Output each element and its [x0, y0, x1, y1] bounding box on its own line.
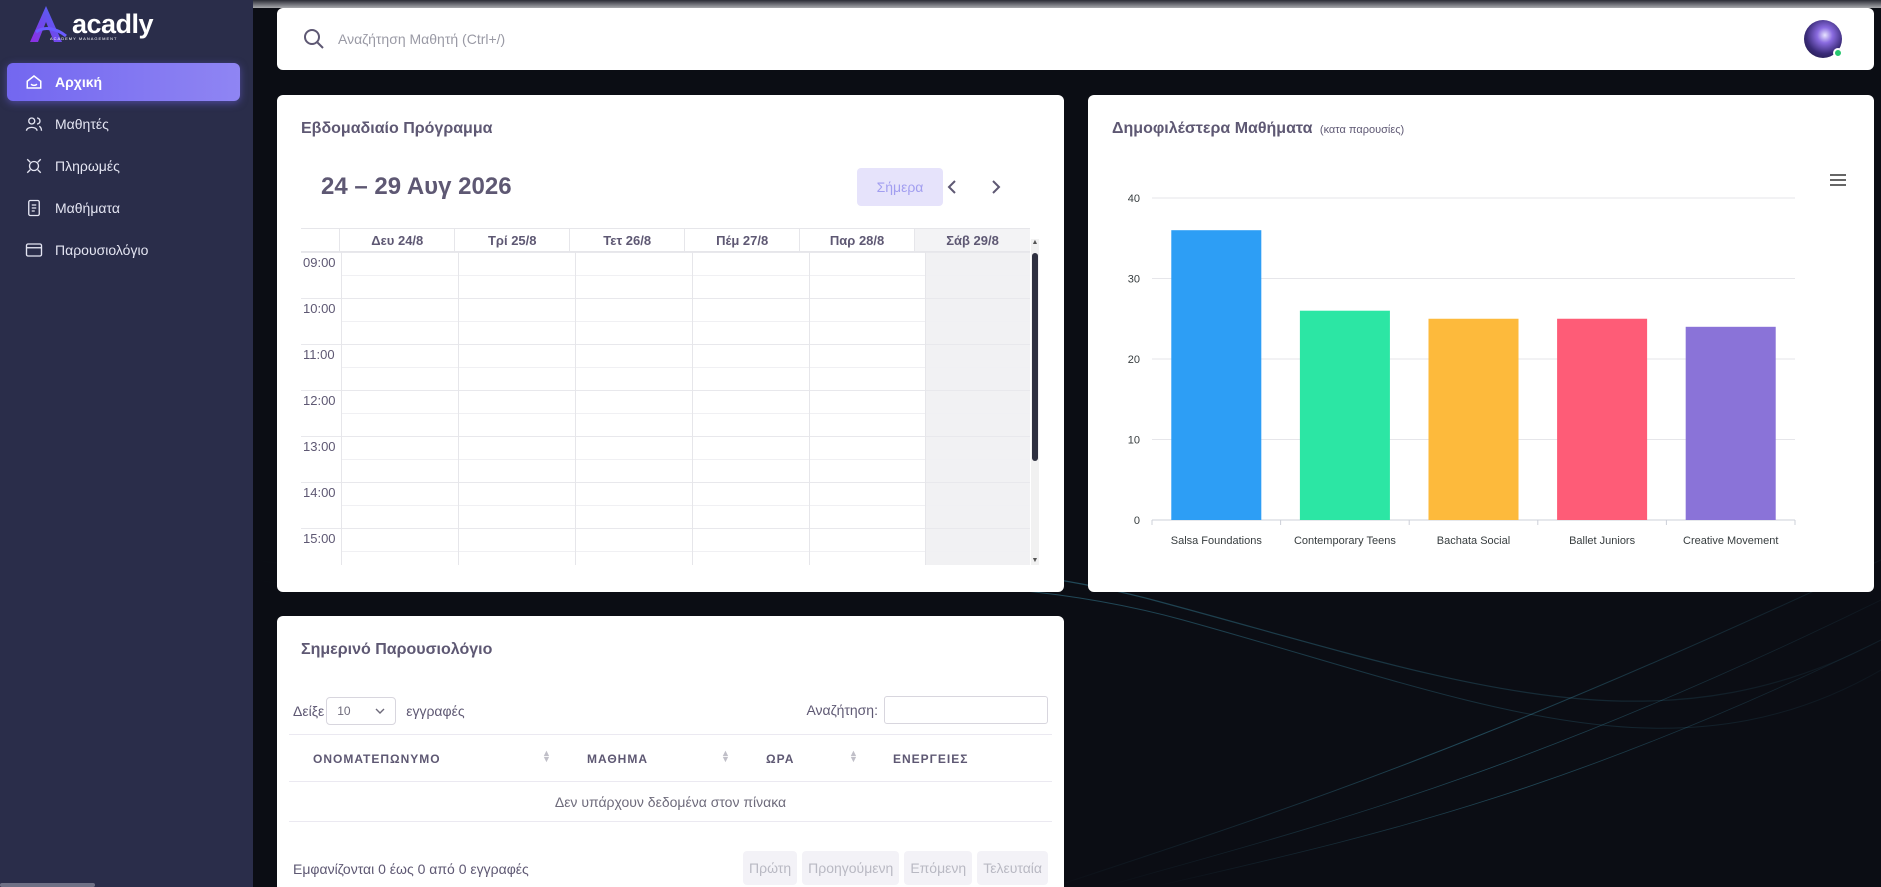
y-tick-label: 20: [1128, 354, 1140, 366]
x-tick-label: Bachata Social: [1437, 535, 1510, 547]
attendance-icon: [25, 243, 43, 257]
popular-courses-chart: 0 10 20 30 40 Salsa Foundations Contemporary T…: [1128, 193, 1796, 547]
x-tick-label: Salsa Foundations: [1171, 535, 1263, 547]
scroll-up-icon[interactable]: ▲: [1031, 239, 1039, 247]
sidebar-nav: Αρχική Μαθητές Πληρωμές Μαθήματα Παρουσι…: [7, 63, 240, 273]
y-tick-label: 30: [1128, 274, 1140, 286]
popular-courses-card: Δημοφιλέστερα Μαθήματα (κατα παρουσίες) …: [1088, 95, 1874, 592]
day-header: Τρί 25/8: [455, 229, 571, 251]
sidebar-item-label: Πληρωμές: [55, 158, 120, 174]
top-strip: [253, 0, 1881, 8]
sidebar-item-label: Αρχική: [55, 74, 103, 90]
show-label: Δείξε: [293, 703, 325, 719]
day-header: Πέμ 27/8: [685, 229, 801, 251]
scroll-down-icon[interactable]: ▼: [1031, 557, 1039, 565]
time-label: 10:00: [303, 301, 336, 316]
column-header-time[interactable]: ΩΡΑ: [766, 752, 794, 766]
y-tick-label: 10: [1128, 435, 1140, 447]
calendar-body[interactable]: 09:00 10:00 11:00 12:00 13:00 14:00 15:0…: [301, 252, 1030, 565]
sidebar-item-payments[interactable]: Πληρωμές: [7, 147, 240, 185]
first-page-button[interactable]: Πρώτη: [743, 851, 798, 885]
time-label: 14:00: [303, 485, 336, 500]
table-search-input[interactable]: [884, 696, 1048, 724]
calendar-date-range: 24 – 29 Αυγ 2026: [321, 173, 512, 200]
courses-icon: [28, 199, 40, 217]
topbar: [277, 8, 1874, 70]
chevron-down-icon: [375, 708, 385, 714]
avatar[interactable]: [1804, 20, 1843, 58]
last-page-button[interactable]: Τελευταία: [977, 851, 1048, 885]
sidebar: acadly ACADEMY MANAGEMENT Αρχική Μαθητές…: [0, 0, 253, 887]
sidebar-item-courses[interactable]: Μαθήματα: [7, 189, 240, 227]
next-page-button[interactable]: Επόμενη: [904, 851, 973, 885]
y-tick-label: 0: [1134, 515, 1140, 527]
column-header-name[interactable]: ΟΝΟΜΑΤΕΠΩΝΥΜΟ: [313, 752, 441, 766]
today-attendance-card: Σημερινό Παρουσιολόγιο Δείξε 10 εγγραφές…: [277, 616, 1064, 887]
bar: [1171, 230, 1262, 520]
time-label: 11:00: [303, 347, 335, 362]
table-info: Εμφανίζονται 0 έως 0 από 0 εγγραφές: [293, 861, 529, 877]
bar: [1428, 318, 1519, 520]
calendar-header: Δευ 24/8 Τρί 25/8 Τετ 26/8 Πέμ 27/8 Παρ …: [301, 228, 1031, 252]
day-header: Παρ 28/8: [800, 229, 916, 251]
sort-icon[interactable]: ▲ ▼: [849, 749, 859, 764]
empty-table-message: Δεν υπάρχουν δεδομένα στον πίνακα: [289, 782, 1052, 822]
chevron-right-icon[interactable]: [985, 177, 1005, 197]
home-icon: [26, 75, 42, 89]
page-size-control: Δείξε 10 εγγραφές: [293, 697, 465, 725]
x-tick-label: Creative Movement: [1683, 535, 1778, 547]
payments-icon: [26, 158, 42, 174]
today-button[interactable]: Σήμερα: [857, 168, 943, 206]
bar: [1299, 310, 1390, 520]
page-size-value: 10: [337, 704, 351, 718]
search-icon[interactable]: [302, 27, 326, 51]
sidebar-item-label: Μαθητές: [55, 116, 109, 132]
calendar-scrollbar[interactable]: ▲ ▼: [1031, 239, 1039, 565]
chevron-left-icon[interactable]: [943, 177, 963, 197]
time-label: 09:00: [303, 255, 336, 270]
x-tick-label: Ballet Juniors: [1569, 535, 1636, 547]
day-header: Τετ 26/8: [570, 229, 686, 251]
time-label: 15:00: [303, 531, 336, 546]
sidebar-item-students[interactable]: Μαθητές: [7, 105, 240, 143]
table-search: Αναζήτηση:: [806, 696, 1048, 724]
sort-icon[interactable]: ▲ ▼: [542, 749, 552, 764]
bar: [1557, 318, 1648, 520]
online-status-dot: [1833, 48, 1843, 58]
sidebar-scrollbar[interactable]: [0, 883, 95, 887]
student-search-input[interactable]: [338, 31, 938, 47]
weekly-schedule-card: Εβδομαδιαίο Πρόγραμμα 24 – 29 Αυγ 2026 Σ…: [277, 95, 1064, 592]
table-header: ΟΝΟΜΑΤΕΠΩΝΥΜΟ ▲ ▼ ΜΑΘΗΜΑ ▲ ▼ ΩΡΑ ▲ ▼ ΕΝΕΡΓΕ…: [289, 734, 1052, 782]
x-tick-label: Contemporary Teens: [1294, 535, 1396, 547]
logo-text: acadly: [72, 8, 154, 39]
y-tick-label: 40: [1128, 193, 1140, 205]
users-icon: [25, 117, 43, 131]
sidebar-item-label: Μαθήματα: [55, 200, 120, 216]
pagination: Πρώτη Προηγούμενη Επόμενη Τελευταία: [738, 851, 1048, 885]
logo-subtitle: ACADEMY MANAGEMENT: [50, 36, 118, 41]
scrollbar-thumb[interactable]: [1032, 253, 1038, 461]
schedule-title: Εβδομαδιαίο Πρόγραμμα: [301, 120, 493, 137]
column-header-actions: ΕΝΕΡΓΕΙΕΣ: [893, 752, 969, 766]
attendance-title: Σημερινό Παρουσιολόγιο: [301, 641, 493, 658]
table-search-label: Αναζήτηση:: [806, 702, 878, 718]
day-header: Σάβ 29/8: [915, 229, 1031, 251]
page-size-select[interactable]: 10: [326, 697, 397, 725]
calendar-grid: Δευ 24/8 Τρί 25/8 Τετ 26/8 Πέμ 27/8 Παρ …: [301, 228, 1038, 565]
column-header-course[interactable]: ΜΑΘΗΜΑ: [587, 752, 648, 766]
bar: [1685, 326, 1776, 520]
previous-page-button[interactable]: Προηγούμενη: [802, 851, 900, 885]
entries-label: εγγραφές: [406, 703, 465, 719]
day-header: Δευ 24/8: [340, 229, 456, 251]
time-label: 13:00: [303, 439, 336, 454]
sidebar-item-attendance[interactable]: Παρουσιολόγιο: [7, 231, 240, 269]
sort-icon[interactable]: ▲ ▼: [721, 749, 731, 764]
sidebar-item-label: Παρουσιολόγιο: [55, 242, 149, 258]
time-label: 12:00: [303, 393, 336, 408]
sidebar-item-home[interactable]: Αρχική: [7, 63, 240, 101]
